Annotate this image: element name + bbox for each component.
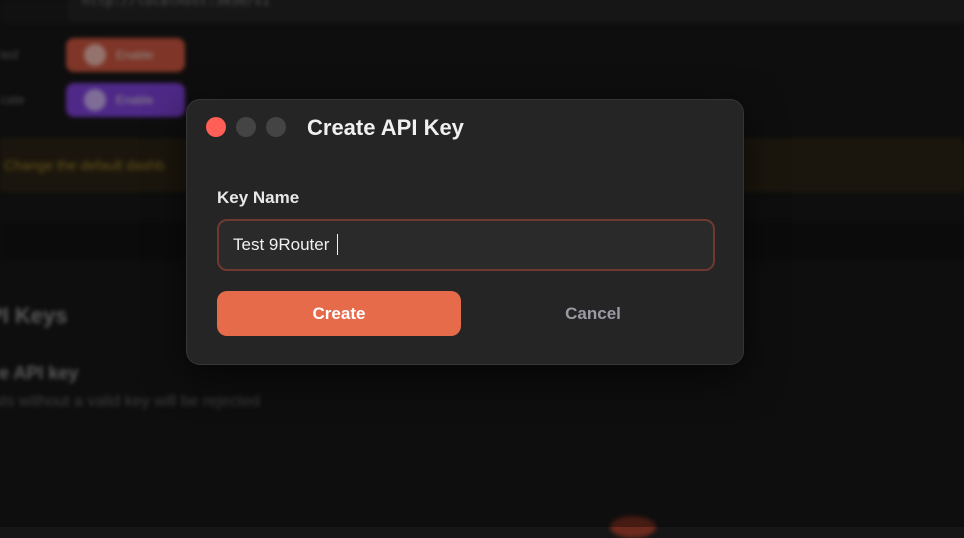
minimize-window-icon [236, 117, 256, 137]
dialog-title: Create API Key [307, 115, 464, 140]
window-controls [206, 117, 286, 137]
create-button[interactable]: Create [217, 291, 461, 336]
close-window-icon[interactable] [206, 117, 226, 137]
cancel-button[interactable]: Cancel [471, 291, 715, 336]
maximize-window-icon [266, 117, 286, 137]
key-name-label: Key Name [217, 188, 300, 207]
key-name-input[interactable] [217, 219, 715, 271]
create-api-key-dialog: Create API Key Key Name Create Cancel [186, 99, 744, 365]
text-caret [337, 234, 338, 255]
